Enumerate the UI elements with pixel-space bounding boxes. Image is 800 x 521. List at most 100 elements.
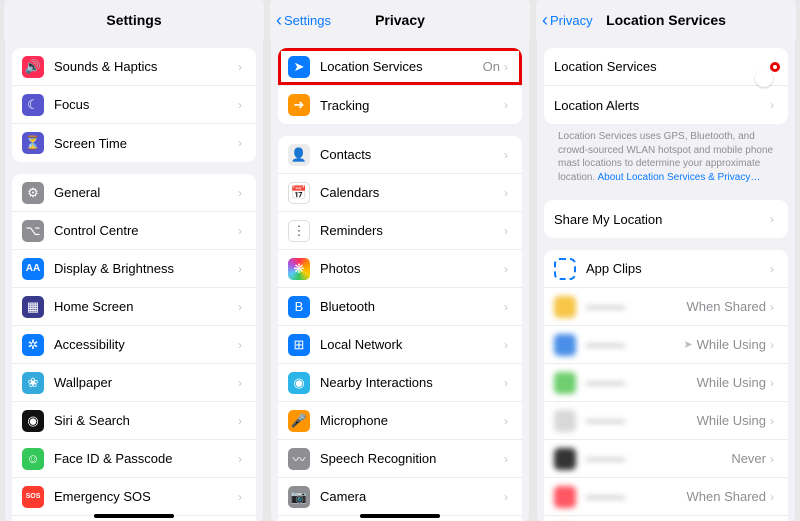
app-location-status: While Using	[697, 337, 766, 352]
loc-toggle-section: Location Services Location Alerts ›	[544, 48, 788, 124]
app-location-status: When Shared	[687, 489, 767, 504]
privacy-row-camera[interactable]: 📷Camera›	[278, 478, 522, 516]
settings-row-general[interactable]: ⚙General›	[12, 174, 256, 212]
settings-scroll[interactable]: 🔊Sounds & Haptics›☾Focus›⏳Screen Time› ⚙G…	[4, 40, 264, 521]
privacy-row-tracking[interactable]: ➜Tracking›	[278, 86, 522, 124]
footnote-link[interactable]: About Location Services & Privacy…	[597, 172, 760, 183]
settings-row-focus[interactable]: ☾Focus›	[12, 86, 256, 124]
app-name-blurred: ———	[586, 413, 697, 428]
privacy-scroll[interactable]: ➤Location ServicesOn›➜Tracking› 👤Contacts…	[270, 40, 530, 521]
row-label: Tracking	[320, 98, 504, 113]
chevron-right-icon: ›	[504, 186, 512, 200]
app-name-blurred: ———	[586, 375, 697, 390]
app-icon	[554, 448, 576, 470]
back-button[interactable]: ‹ Settings	[276, 0, 331, 40]
page-title: Settings	[106, 12, 161, 28]
privacy-row-local-network[interactable]: ⊞ Local Network›	[278, 326, 522, 364]
app-location-row[interactable]: ———While Using›	[544, 364, 788, 402]
app-name-blurred: ———	[586, 489, 687, 504]
home-screen-icon: ▦	[22, 296, 44, 318]
app-location-row[interactable]: ———Never›	[544, 440, 788, 478]
share-location-row[interactable]: Share My Location ›	[544, 200, 788, 238]
local-network-icon: ⊞	[288, 334, 310, 356]
settings-row-control-centre[interactable]: ⌥Control Centre›	[12, 212, 256, 250]
chevron-left-icon: ‹	[542, 11, 548, 29]
row-label: Accessibility	[54, 337, 238, 352]
header: ‹ Privacy Location Services	[536, 0, 796, 40]
row-label: Bluetooth	[320, 299, 504, 314]
row-label: Focus	[54, 97, 238, 112]
privacy-row-microphone[interactable]: 🎤Microphone›	[278, 402, 522, 440]
app-location-row[interactable]: ———While Using›	[544, 516, 788, 521]
location-scroll[interactable]: Location Services Location Alerts › Loca…	[536, 40, 796, 521]
settings-section: ⚙General›⌥Control Centre›AADisplay & Bri…	[12, 174, 256, 521]
row-label: Calendars	[320, 185, 504, 200]
sounds-haptics-icon: 🔊	[22, 56, 44, 78]
chevron-right-icon: ›	[504, 490, 512, 504]
row-label: Reminders	[320, 223, 504, 238]
app-clips-row[interactable]: App Clips ›	[544, 250, 788, 288]
row-label: Location Alerts	[554, 98, 770, 113]
reminders-icon: ⋮	[288, 220, 310, 242]
settings-row-siri-search[interactable]: ◉Siri & Search›	[12, 402, 256, 440]
app-name-blurred: ———	[586, 451, 731, 466]
chevron-right-icon: ›	[238, 338, 246, 352]
row-value: On	[483, 59, 500, 74]
header: ‹ Settings Privacy	[270, 0, 530, 40]
app-location-row[interactable]: ———➤While Using›	[544, 326, 788, 364]
app-clips-icon	[554, 258, 576, 280]
row-label: Local Network	[320, 337, 504, 352]
privacy-row-location-services[interactable]: ➤Location ServicesOn›	[278, 48, 522, 86]
privacy-row-nearby-interactions[interactable]: ◉Nearby Interactions›	[278, 364, 522, 402]
privacy-row-reminders[interactable]: ⋮ Reminders›	[278, 212, 522, 250]
chevron-right-icon: ›	[238, 414, 246, 428]
settings-row-face-id-passcode[interactable]: ☺Face ID & Passcode›	[12, 440, 256, 478]
bluetooth-icon: B	[288, 296, 310, 318]
chevron-right-icon: ›	[504, 224, 512, 238]
photos-icon: ❋	[288, 258, 310, 280]
privacy-row-speech-recognition[interactable]: 〰Speech Recognition›	[278, 440, 522, 478]
app-location-status: Never	[731, 451, 766, 466]
chevron-right-icon: ›	[770, 262, 778, 276]
screen-time-icon: ⏳	[22, 132, 44, 154]
settings-row-wallpaper[interactable]: ❀Wallpaper›	[12, 364, 256, 402]
app-icon	[554, 372, 576, 394]
chevron-right-icon: ›	[504, 338, 512, 352]
chevron-right-icon: ›	[238, 490, 246, 504]
chevron-right-icon: ›	[238, 98, 246, 112]
privacy-section: ➤Location ServicesOn›➜Tracking›	[278, 48, 522, 124]
chevron-right-icon: ›	[504, 300, 512, 314]
privacy-row-photos[interactable]: ❋Photos›	[278, 250, 522, 288]
settings-section: 🔊Sounds & Haptics›☾Focus›⏳Screen Time›	[12, 48, 256, 162]
row-label: Location Services	[554, 59, 772, 74]
back-label: Settings	[284, 13, 331, 28]
privacy-section: 👤Contacts›📅Calendars›⋮Reminders›❋Photos›…	[278, 136, 522, 521]
privacy-row-bluetooth[interactable]: B Bluetooth›	[278, 288, 522, 326]
app-icon	[554, 410, 576, 432]
app-location-row[interactable]: ———While Using›	[544, 402, 788, 440]
settings-row-accessibility[interactable]: ✲Accessibility›	[12, 326, 256, 364]
location-services-row[interactable]: Location Services	[544, 48, 788, 86]
settings-row-sounds-haptics[interactable]: 🔊Sounds & Haptics›	[12, 48, 256, 86]
settings-row-screen-time[interactable]: ⏳Screen Time›	[12, 124, 256, 162]
privacy-row-contacts[interactable]: 👤Contacts›	[278, 136, 522, 174]
settings-row-display-brightness[interactable]: AADisplay & Brightness›	[12, 250, 256, 288]
row-label: Wallpaper	[54, 375, 238, 390]
location-alerts-row[interactable]: Location Alerts ›	[544, 86, 788, 124]
settings-row-emergency-sos[interactable]: SOSEmergency SOS›	[12, 478, 256, 516]
chevron-right-icon: ›	[238, 186, 246, 200]
app-icon	[554, 296, 576, 318]
settings-row-home-screen[interactable]: ▦Home Screen›	[12, 288, 256, 326]
speech-recognition-icon: 〰	[288, 448, 310, 470]
app-location-row[interactable]: ———When Shared›	[544, 288, 788, 326]
app-location-row[interactable]: ———When Shared›	[544, 478, 788, 516]
row-label: Photos	[320, 261, 504, 276]
back-button[interactable]: ‹ Privacy	[542, 0, 593, 40]
location-arrow-icon: ➤	[683, 338, 692, 351]
row-label: Speech Recognition	[320, 451, 504, 466]
privacy-row-calendars[interactable]: 📅Calendars›	[278, 174, 522, 212]
wallpaper-icon: ❀	[22, 372, 44, 394]
chevron-right-icon: ›	[504, 98, 512, 112]
chevron-right-icon: ›	[238, 224, 246, 238]
share-section: Share My Location ›	[544, 200, 788, 238]
